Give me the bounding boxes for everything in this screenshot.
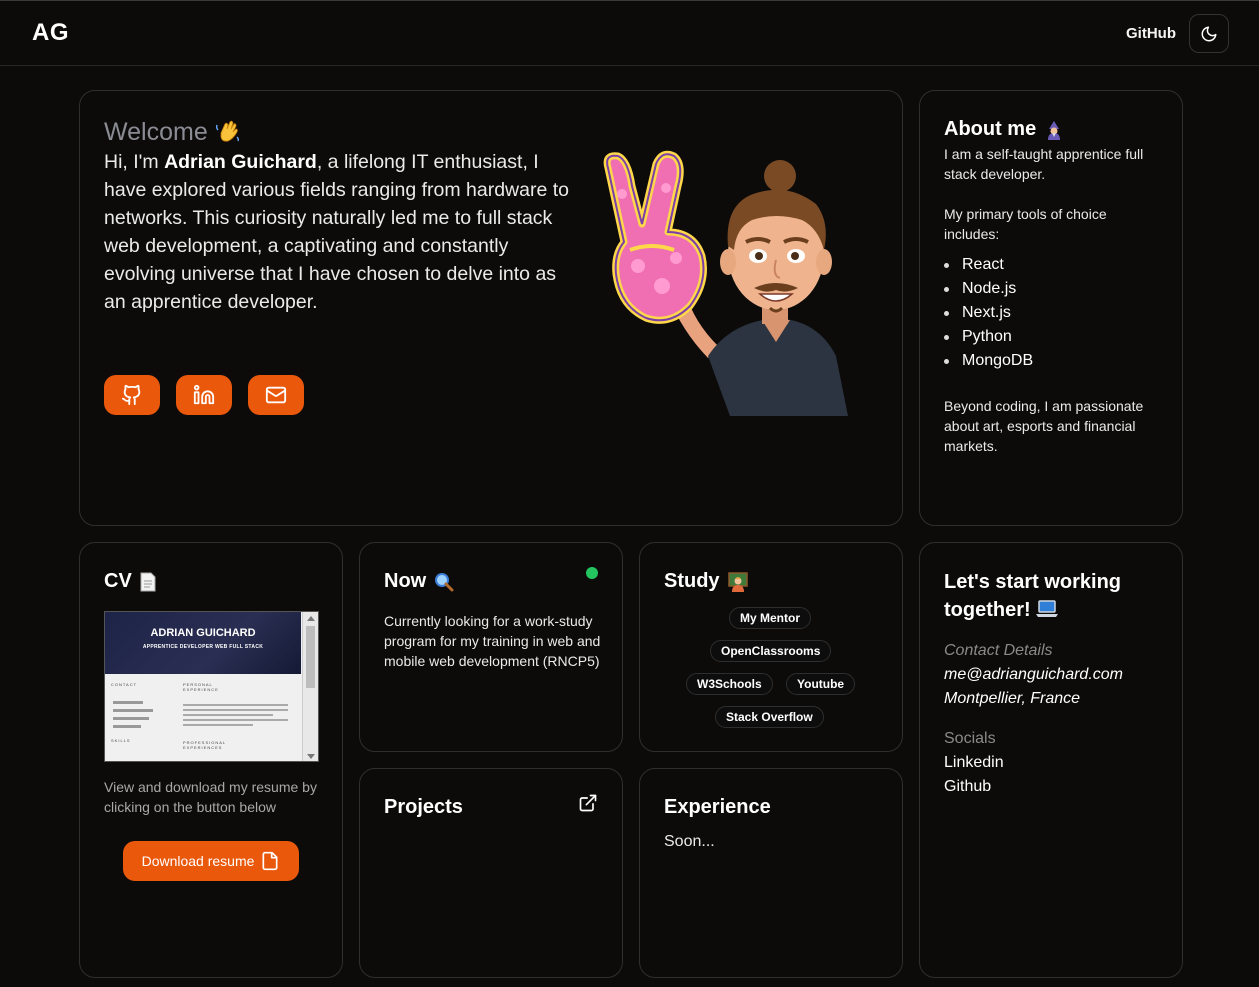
mail-icon: [265, 386, 287, 404]
cv-card: CV ADRIAN GUICHARD APPRENTICE DEVELOPER …: [79, 542, 343, 978]
magnifier-icon: [435, 572, 454, 591]
now-title: Now: [384, 570, 454, 593]
download-label: Download resume: [141, 853, 255, 869]
about-title-text: About me: [944, 118, 1037, 140]
resume-scrollbar[interactable]: [302, 612, 318, 761]
contact-title-text: Let's start working together!: [944, 571, 1122, 621]
about-intro: I am a self-taught apprentice full stack…: [944, 146, 1144, 182]
about-card: About me I am a self-taught apprentice f…: [919, 90, 1183, 526]
tools-list: React Node.js Next.js Python MongoDB: [944, 253, 1033, 373]
social-link-linkedin[interactable]: Linkedin: [944, 754, 1004, 772]
welcome-title-text: Welcome: [104, 118, 208, 146]
status-indicator: [586, 567, 598, 579]
tool-item: MongoDB: [944, 349, 1033, 373]
socials-label: Socials: [944, 730, 996, 747]
page-icon: [140, 572, 156, 591]
welcome-card: Welcome Hi, I'm Adrian Guichard, a lifel…: [79, 90, 903, 526]
study-tag-w3schools[interactable]: W3Schools: [686, 673, 773, 695]
resume-contact-lines: [113, 698, 163, 742]
resume-contact-header: CONTACT: [111, 682, 138, 687]
intro-prefix: Hi, I'm: [104, 151, 165, 173]
study-tag-youtube[interactable]: Youtube: [786, 673, 856, 695]
study-title-text: Study: [664, 570, 720, 592]
github-social-button[interactable]: [104, 375, 160, 415]
projects-card[interactable]: Projects: [359, 768, 623, 978]
resume-subtitle: APPRENTICE DEVELOPER WEB FULL STACK: [142, 644, 264, 650]
file-icon: [262, 851, 278, 871]
contact-title: Let's start working together!: [944, 568, 1164, 624]
linkedin-social-button[interactable]: [176, 375, 232, 415]
about-title: About me: [944, 118, 1064, 141]
cv-title: CV: [104, 570, 156, 593]
moon-icon: [1201, 26, 1217, 41]
linkedin-icon: [193, 384, 215, 405]
study-tag-mentor[interactable]: My Mentor: [729, 607, 811, 629]
study-title: Study: [664, 570, 748, 593]
tool-item: React: [944, 253, 1033, 277]
study-tag-openclassrooms[interactable]: OpenClassrooms: [710, 640, 832, 662]
now-title-text: Now: [384, 570, 427, 592]
resume-professional-header: PROFESSIONAL EXPERIENCES: [183, 740, 226, 750]
download-resume-button[interactable]: Download resume: [123, 841, 299, 881]
github-icon: [121, 384, 141, 406]
cv-title-text: CV: [104, 570, 132, 592]
contact-details-label: Contact Details: [944, 642, 1053, 659]
mail-social-button[interactable]: [248, 375, 304, 415]
external-link-icon[interactable]: [578, 793, 598, 813]
experience-title: Experience: [664, 796, 771, 818]
laptop-icon: [1036, 600, 1059, 617]
resume-preview[interactable]: ADRIAN GUICHARD APPRENTICE DEVELOPER WEB…: [104, 611, 319, 762]
github-nav-link[interactable]: GitHub: [1126, 25, 1176, 42]
projects-title: Projects: [384, 796, 463, 818]
teacher-icon: [727, 571, 748, 592]
welcome-intro: Hi, I'm Adrian Guichard, a lifelong IT e…: [104, 148, 579, 316]
resume-name: ADRIAN GUICHARD: [150, 627, 256, 639]
experience-card: Experience Soon...: [639, 768, 903, 978]
intro-name: Adrian Guichard: [164, 151, 317, 173]
top-navbar: AG GitHub: [0, 0, 1259, 66]
resume-skills-header: SKILLS: [111, 738, 131, 743]
peace-sign-avatar: [603, 150, 848, 416]
contact-card: Let's start working together! Contact De…: [919, 542, 1183, 978]
waving-hand-icon: [215, 120, 239, 142]
social-link-github[interactable]: Github: [944, 778, 991, 796]
welcome-title: Welcome: [104, 118, 241, 147]
cv-description: View and download my resume by clicking …: [104, 779, 317, 815]
tool-item: Next.js: [944, 301, 1033, 325]
mage-icon: [1048, 120, 1061, 140]
theme-toggle-button[interactable]: [1189, 14, 1229, 53]
about-tools-intro: My primary tools of choice includes:: [944, 206, 1107, 242]
study-card: Study My Mentor OpenClassrooms W3Schools…: [639, 542, 903, 752]
tool-item: Node.js: [944, 277, 1033, 301]
intro-rest: , a lifelong IT enthusiast, I have explo…: [104, 151, 570, 313]
resume-personal-header: PERSONAL EXPERIENCE: [183, 682, 219, 692]
now-text: Currently looking for a work-study progr…: [384, 613, 601, 669]
tool-item: Python: [944, 325, 1033, 349]
contact-location: Montpellier, France: [944, 690, 1081, 707]
about-hobbies: Beyond coding, I am passionate about art…: [944, 398, 1144, 454]
experience-text: Soon...: [664, 833, 715, 850]
site-logo[interactable]: AG: [32, 19, 69, 47]
resume-banner: ADRIAN GUICHARD APPRENTICE DEVELOPER WEB…: [105, 612, 301, 674]
now-card: Now Currently looking for a work-study p…: [359, 542, 623, 752]
contact-email[interactable]: me@adrianguichard.com: [944, 666, 1123, 684]
resume-body-lines: [183, 702, 288, 729]
study-tag-stackoverflow[interactable]: Stack Overflow: [715, 706, 824, 728]
